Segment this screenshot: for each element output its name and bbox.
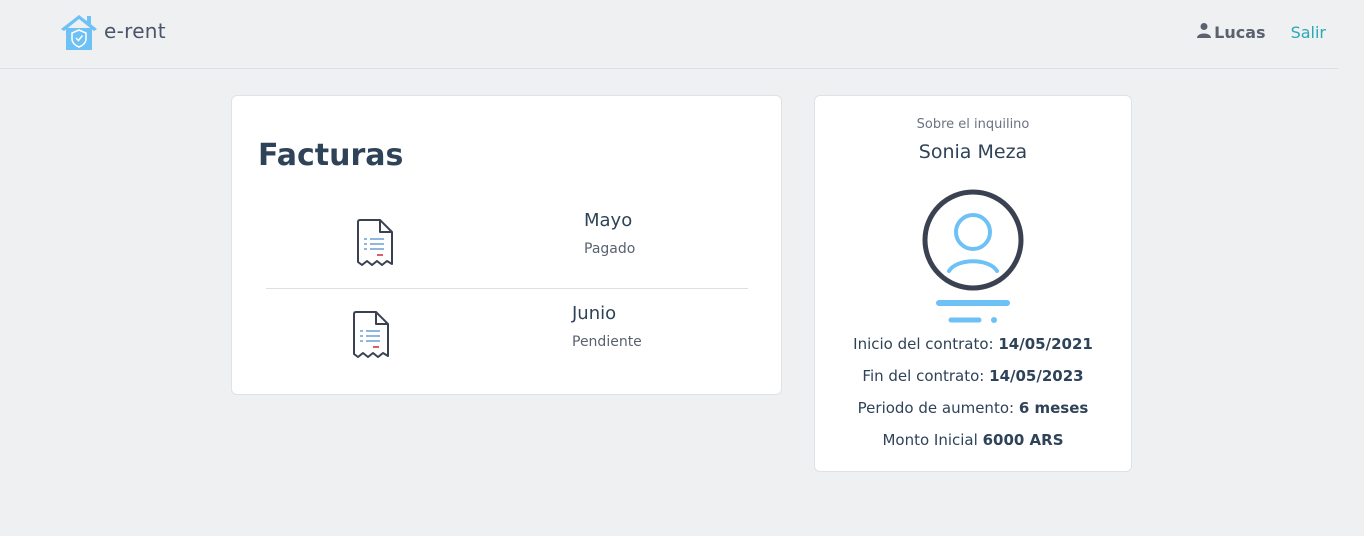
invoices-card: Facturas Mayo Pagado Junio Pendiente — [231, 95, 782, 395]
user-menu[interactable]: Lucas — [1196, 22, 1266, 42]
initial-amount-label: Monto Inicial — [882, 431, 978, 449]
invoices-title: Facturas — [258, 138, 404, 173]
invoice-status: Pendiente — [572, 334, 642, 350]
house-shield-icon — [60, 13, 98, 55]
row-divider — [266, 288, 748, 289]
user-avatar-icon — [921, 188, 1025, 328]
nav-right: Lucas Salir — [1196, 22, 1326, 42]
initial-amount: Monto Inicial 6000 ARS — [815, 431, 1131, 449]
tenant-caption: Sobre el inquilino — [916, 117, 1030, 132]
initial-amount-value: 6000 ARS — [982, 431, 1064, 449]
contract-start: Inicio del contrato: 14/05/2021 — [815, 335, 1131, 353]
receipt-icon — [354, 218, 394, 272]
receipt-icon — [350, 310, 390, 364]
invoice-month: Junio — [572, 303, 617, 324]
user-name: Lucas — [1214, 22, 1266, 42]
tenant-name: Sonia Meza — [918, 141, 1028, 163]
invoice-row-mayo[interactable]: Mayo Pagado — [266, 196, 748, 289]
increase-period-label: Periodo de aumento: — [857, 399, 1015, 417]
contract-end-value: 14/05/2023 — [989, 367, 1084, 385]
brand-link[interactable]: e-rent — [60, 14, 166, 54]
invoice-month: Mayo — [584, 210, 633, 231]
invoice-row-junio[interactable]: Junio Pendiente — [266, 292, 748, 385]
user-icon — [1196, 22, 1212, 42]
brand-name: e-rent — [104, 19, 166, 43]
invoice-status: Pagado — [584, 241, 636, 257]
contract-start-value: 14/05/2021 — [998, 335, 1093, 353]
contract-end-label: Fin del contrato: — [862, 367, 985, 385]
logout-link[interactable]: Salir — [1291, 23, 1326, 42]
top-navbar: e-rent Lucas Salir — [0, 0, 1338, 69]
tenant-card: Sobre el inquilino Sonia Meza Inicio del… — [814, 95, 1132, 472]
contract-start-label: Inicio del contrato: — [853, 335, 994, 353]
contract-end: Fin del contrato: 14/05/2023 — [815, 367, 1131, 385]
increase-period-value: 6 meses — [1018, 399, 1089, 417]
increase-period: Periodo de aumento: 6 meses — [815, 399, 1131, 417]
